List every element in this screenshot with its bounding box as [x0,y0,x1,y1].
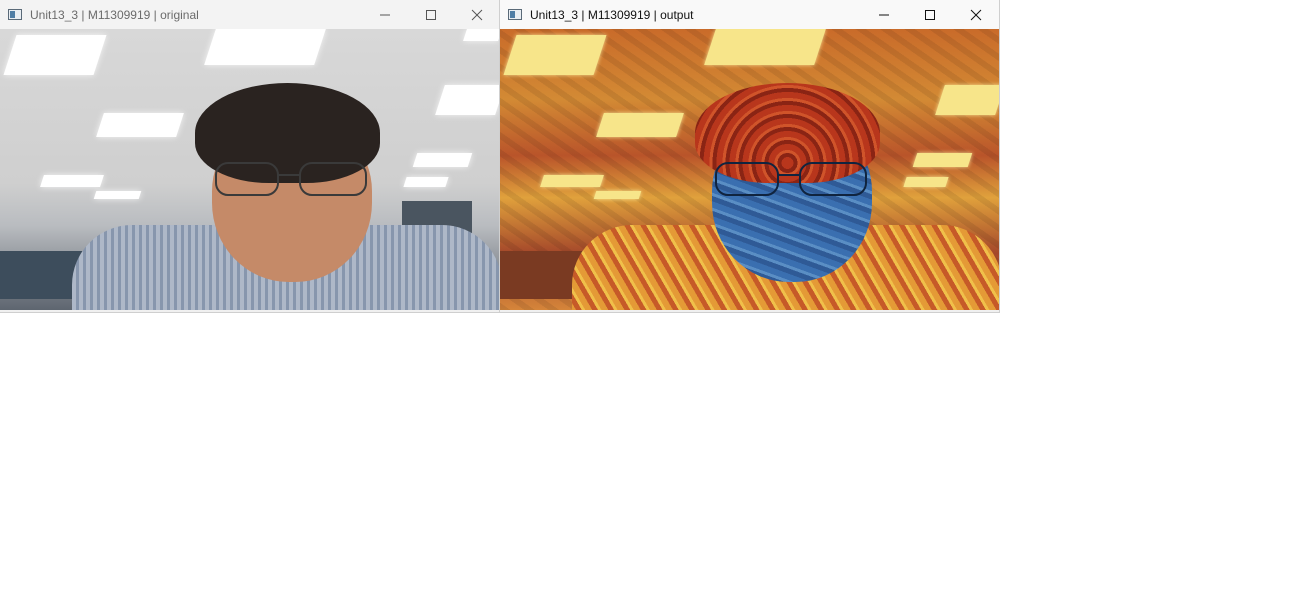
ceiling-light [40,175,104,187]
ceiling-light [403,177,449,187]
title-bar[interactable]: Unit13_3 | M11309919 | original [0,0,500,29]
app-window-icon [508,9,522,20]
ceiling-light [503,35,607,75]
ceiling-light [912,153,973,167]
close-icon [970,9,982,20]
window-controls [861,0,999,29]
ceiling-light [903,177,949,187]
ceiling-light [596,113,684,137]
ceiling-light [412,153,473,167]
minimize-icon [879,14,889,15]
maximize-button[interactable] [408,0,454,29]
title-bar[interactable]: Unit13_3 | M11309919 | output [500,0,999,29]
minimize-button[interactable] [362,0,408,29]
ceiling-light [3,35,107,75]
ceiling-light [96,113,184,137]
ceiling-light [704,29,826,65]
output-window[interactable]: Unit13_3 | M11309919 | output [500,0,999,312]
ceiling-light [463,29,500,41]
close-button[interactable] [454,0,500,29]
stylized-image [500,29,999,310]
window-controls [362,0,500,29]
minimize-button[interactable] [861,0,907,29]
app-window-icon [8,9,22,20]
camera-frame-original [0,29,500,310]
close-button[interactable] [953,0,999,29]
ceiling-light [540,175,604,187]
ceiling-light [204,29,326,65]
maximize-icon [925,9,935,20]
ceiling-light [593,191,642,199]
glasses [215,162,367,196]
glasses [715,162,867,196]
ceiling-light [435,85,500,115]
camera-frame-output [500,29,999,310]
window-title: Unit13_3 | M11309919 | original [30,7,199,22]
original-window[interactable]: Unit13_3 | M11309919 | original [0,0,500,312]
maximize-icon [426,9,436,20]
webcam-image [0,29,500,310]
maximize-button[interactable] [907,0,953,29]
ceiling-light [93,191,142,199]
minimize-icon [380,14,390,15]
window-title: Unit13_3 | M11309919 | output [530,7,694,22]
ceiling-light [935,85,999,115]
close-icon [471,9,483,20]
